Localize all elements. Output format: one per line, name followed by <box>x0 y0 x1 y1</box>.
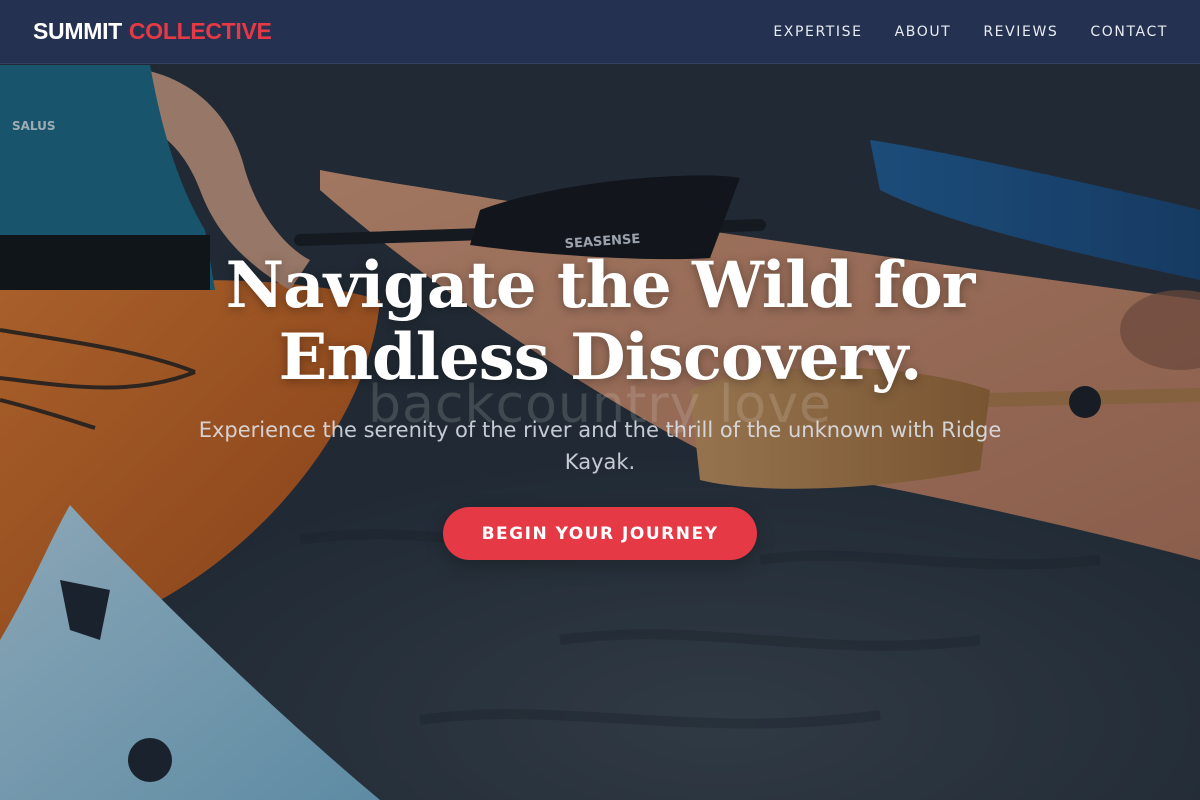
top-navbar: SUMMIT COLLECTIVE EXPERTISE ABOUT REVIEW… <box>0 0 1200 64</box>
brand-logo[interactable]: SUMMIT COLLECTIVE <box>33 18 272 45</box>
nav-link-contact[interactable]: CONTACT <box>1090 24 1168 40</box>
brand-name-primary: SUMMIT <box>33 18 122 44</box>
begin-journey-button[interactable]: BEGIN YOUR JOURNEY <box>443 507 757 560</box>
nav-link-expertise[interactable]: EXPERTISE <box>773 24 862 40</box>
hero-subtitle: Experience the serenity of the river and… <box>198 418 1002 474</box>
hero-title-line-2: Endless Discovery. <box>278 320 923 395</box>
brand-name-accent: COLLECTIVE <box>128 18 272 44</box>
nav-link-reviews[interactable]: REVIEWS <box>983 24 1058 40</box>
nav-item-about: ABOUT <box>895 23 952 41</box>
hero-title-line-1: Navigate the Wild for <box>225 248 976 323</box>
nav-item-contact: CONTACT <box>1090 23 1168 41</box>
nav-item-reviews: REVIEWS <box>983 23 1058 41</box>
hero-section: Navigate the Wild for Endless Discovery.… <box>0 250 1200 560</box>
nav-link-about[interactable]: ABOUT <box>895 24 952 40</box>
nav-item-expertise: EXPERTISE <box>773 23 862 41</box>
hero-title: Navigate the Wild for Endless Discovery. <box>0 250 1200 394</box>
nav-links: EXPERTISE ABOUT REVIEWS CONTACT <box>773 23 1168 41</box>
